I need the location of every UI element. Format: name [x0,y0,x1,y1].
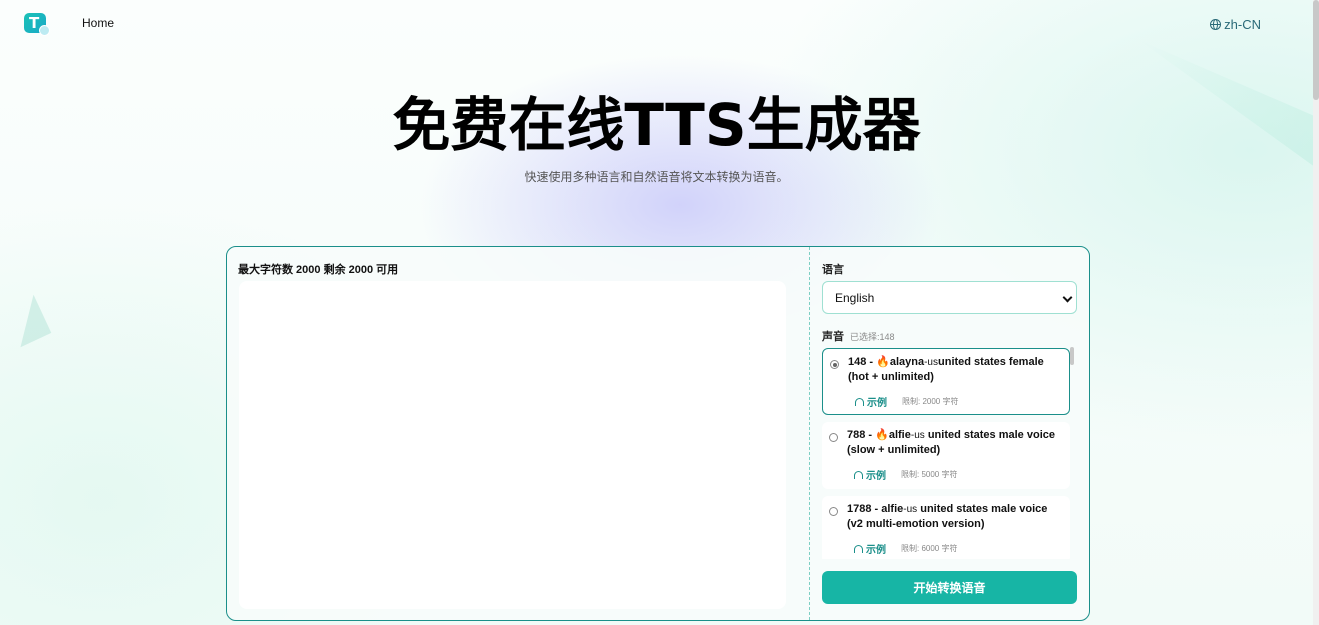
language-select[interactable]: English [822,281,1077,314]
sample-button[interactable]: 示例 [854,467,886,482]
voice-selected-count: 已选择:148 [850,332,895,342]
sample-button[interactable]: 示例 [854,541,886,556]
voice-settings: 语言 English 声音 已选择:148 148 - 🔥alayna-usun… [822,247,1078,620]
page-scrollbar-thumb[interactable] [1313,0,1319,100]
voice-list[interactable]: 148 - 🔥alayna-usunited states female (ho… [822,347,1078,559]
voice-limit: 限制: 6000 字符 [901,544,958,553]
char-count-info: 最大字符数 2000 剩余 2000 可用 [238,264,399,276]
headphones-icon [854,470,863,479]
tts-logo-icon[interactable] [24,13,50,36]
voice-name: 1788 - alfie-us united states male voice… [847,503,1048,530]
tts-panel: 最大字符数 2000 剩余 2000 可用 语言 English 声音 已选择:… [226,246,1090,621]
sample-button[interactable]: 示例 [855,394,887,409]
convert-button[interactable]: 开始转换语音 [822,571,1077,604]
headphones-icon [854,544,863,553]
page-subtitle: 快速使用多种语言和自然语音将文本转换为语音。 [524,170,789,184]
voice-radio[interactable] [830,360,839,369]
fire-icon: 🔥 [876,356,890,368]
text-input[interactable] [239,281,786,609]
voice-name: 788 - 🔥alfie-us united states male voice… [847,429,1055,456]
fire-icon: 🔥 [875,429,889,441]
nav-home-link[interactable]: Home [82,16,114,30]
voice-label: 声音 [822,331,844,343]
voice-label-row: 声音 已选择:148 [822,328,895,344]
voice-option[interactable]: 1788 - alfie-us united states male voice… [822,496,1070,559]
voice-option[interactable]: 788 - 🔥alfie-us united states male voice… [822,422,1070,489]
language-switcher[interactable]: zh-CN [1210,17,1261,32]
language-select-value: English [835,290,875,305]
top-nav: Home zh-CN [0,0,1313,48]
hero: 免费在线TTS生成器 快速使用多种语言和自然语音将文本转换为语音。 [0,82,1313,185]
headphones-icon [855,397,864,406]
text-editor-section: 最大字符数 2000 剩余 2000 可用 [227,247,810,620]
voice-radio[interactable] [829,433,838,442]
voice-list-scrollbar[interactable] [1070,347,1074,365]
chevron-down-icon [1062,292,1073,303]
voice-option[interactable]: 148 - 🔥alayna-usunited states female (ho… [822,348,1070,415]
voice-limit: 限制: 5000 字符 [901,470,958,479]
language-switcher-label: zh-CN [1224,17,1261,32]
voice-name: 148 - 🔥alayna-usunited states female (ho… [848,356,1044,383]
globe-icon [1210,19,1222,30]
language-label: 语言 [822,264,844,276]
voice-radio[interactable] [829,507,838,516]
voice-limit: 限制: 2000 字符 [902,397,959,406]
decorative-shape [2,294,52,348]
page-title: 免费在线TTS生成器 [392,91,921,159]
